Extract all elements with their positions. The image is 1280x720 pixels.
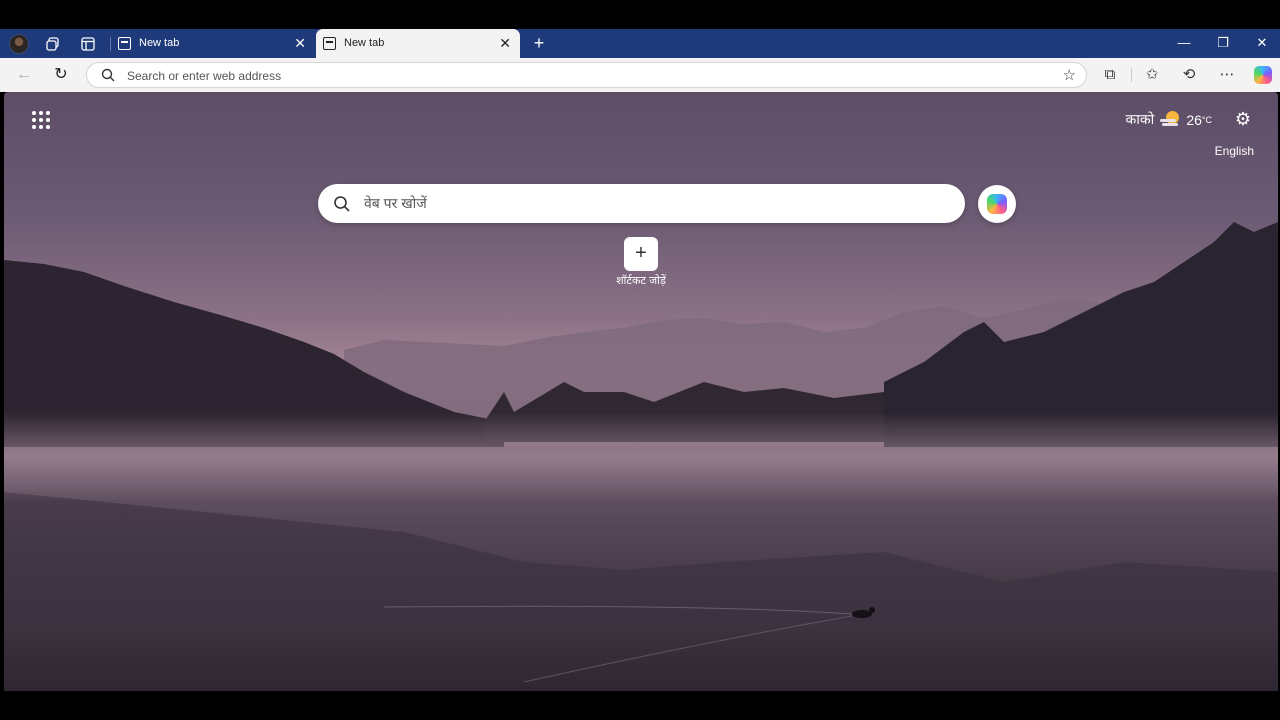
tab-new-tab-1[interactable]: New tab ✕ bbox=[111, 29, 315, 58]
add-shortcut-button[interactable]: + bbox=[624, 237, 658, 271]
vertical-tabs-icon[interactable] bbox=[77, 33, 99, 55]
copilot-icon[interactable] bbox=[1254, 66, 1272, 84]
tab-title: New tab bbox=[344, 37, 385, 49]
plus-icon: + bbox=[533, 33, 545, 53]
web-search-box[interactable]: वेब पर खोजें bbox=[318, 184, 965, 223]
temperature-unit: °C bbox=[1201, 114, 1212, 125]
apps-grid-icon[interactable] bbox=[32, 111, 50, 129]
temperature: 26 bbox=[1186, 111, 1202, 128]
plus-icon: + bbox=[635, 242, 647, 264]
toolbar-divider bbox=[1131, 68, 1132, 82]
close-tab-icon[interactable]: ✕ bbox=[499, 34, 511, 52]
tab-actions-icon[interactable] bbox=[42, 33, 64, 55]
new-tab-page: काको 26 °C ⚙ English वेब पर खोजें + शॉर्ट… bbox=[4, 92, 1278, 691]
star-icon[interactable]: ☆ bbox=[1063, 66, 1076, 84]
tab-bar: New tab ✕ New tab ✕ + — ❐ ✕ bbox=[0, 29, 1280, 58]
browser-window: New tab ✕ New tab ✕ + — ❐ ✕ ← ↻ Search o… bbox=[0, 0, 1280, 720]
minimize-button[interactable]: — bbox=[1169, 33, 1199, 53]
background-landscape bbox=[4, 222, 1278, 691]
tab-title: New tab bbox=[139, 37, 180, 49]
gear-icon[interactable]: ⚙ bbox=[1235, 109, 1251, 130]
search-placeholder: वेब पर खोजें bbox=[364, 195, 427, 211]
navigation-toolbar: ← ↻ Search or enter web address ☆ ⧉ ✩ ⟲ … bbox=[0, 58, 1280, 92]
favorites-icon[interactable]: ✩ bbox=[1141, 64, 1163, 86]
more-icon[interactable]: ⋯ bbox=[1216, 64, 1238, 86]
history-icon[interactable]: ⟲ bbox=[1178, 64, 1200, 86]
search-icon bbox=[333, 195, 351, 218]
weather-widget[interactable]: काको 26 °C bbox=[1126, 110, 1212, 129]
copilot-button[interactable] bbox=[978, 185, 1016, 223]
add-shortcut-label: शॉर्टकट जोड़ें bbox=[616, 275, 666, 287]
address-bar[interactable]: Search or enter web address ☆ bbox=[86, 62, 1087, 88]
puzzle-icon[interactable]: ⧉ bbox=[1099, 64, 1121, 86]
profile-avatar[interactable] bbox=[9, 34, 29, 54]
close-window-button[interactable]: ✕ bbox=[1247, 33, 1277, 53]
search-icon bbox=[101, 68, 115, 87]
partly-cloudy-icon bbox=[1160, 110, 1180, 129]
tab-new-tab-2[interactable]: New tab ✕ bbox=[316, 29, 520, 58]
new-tab-button[interactable]: + bbox=[529, 33, 549, 53]
page-icon bbox=[323, 37, 336, 50]
page-icon bbox=[118, 37, 131, 50]
close-tab-icon[interactable]: ✕ bbox=[294, 34, 306, 52]
bottom-letterbox bbox=[0, 691, 1280, 720]
refresh-icon[interactable]: ↻ bbox=[50, 64, 72, 86]
weather-location: काको bbox=[1125, 111, 1155, 127]
restore-button[interactable]: ❐ bbox=[1208, 33, 1238, 53]
language-link[interactable]: English bbox=[1215, 144, 1254, 158]
back-arrow-icon[interactable]: ← bbox=[13, 64, 35, 86]
address-placeholder: Search or enter web address bbox=[127, 69, 282, 83]
